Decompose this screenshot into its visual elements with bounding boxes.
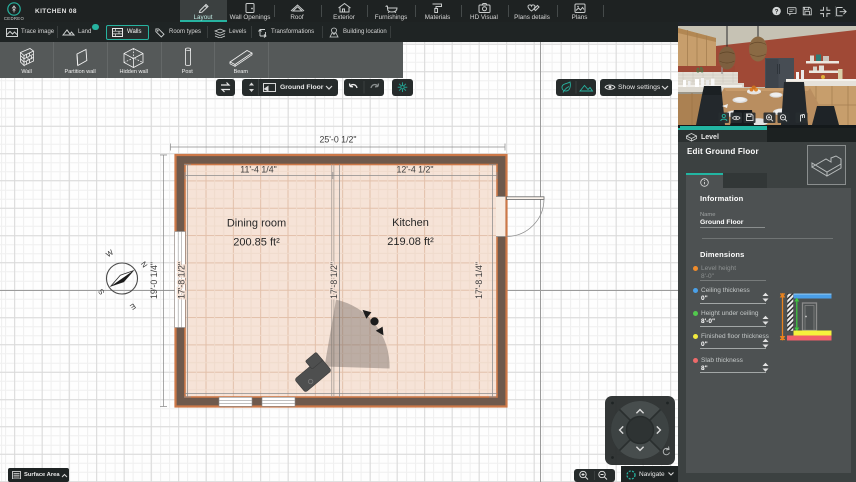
svg-text:S: S	[96, 287, 106, 296]
svg-text:17'-8 1/2": 17'-8 1/2"	[177, 262, 187, 299]
svg-text:Kitchen: Kitchen	[392, 217, 429, 229]
svg-text:E: E	[128, 301, 137, 311]
svg-text:11'-4 1/4": 11'-4 1/4"	[240, 165, 276, 175]
svg-text:19'-0 1/4": 19'-0 1/4"	[149, 262, 159, 299]
svg-text:17'-8 1/4": 17'-8 1/4"	[474, 262, 484, 299]
svg-text:N: N	[139, 260, 149, 270]
svg-text:200.85 ft²: 200.85 ft²	[233, 237, 280, 249]
svg-text:W: W	[104, 247, 116, 259]
svg-text:Dining room: Dining room	[227, 218, 286, 230]
svg-text:?: ?	[775, 8, 779, 15]
svg-text:17'-8 1/2": 17'-8 1/2"	[329, 262, 339, 299]
svg-text:CEDREO: CEDREO	[4, 16, 25, 21]
svg-text:25'-0 1/2": 25'-0 1/2"	[319, 135, 356, 145]
svg-text:219.08 ft²: 219.08 ft²	[387, 236, 434, 248]
svg-text:12'-4 1/2": 12'-4 1/2"	[396, 165, 433, 175]
